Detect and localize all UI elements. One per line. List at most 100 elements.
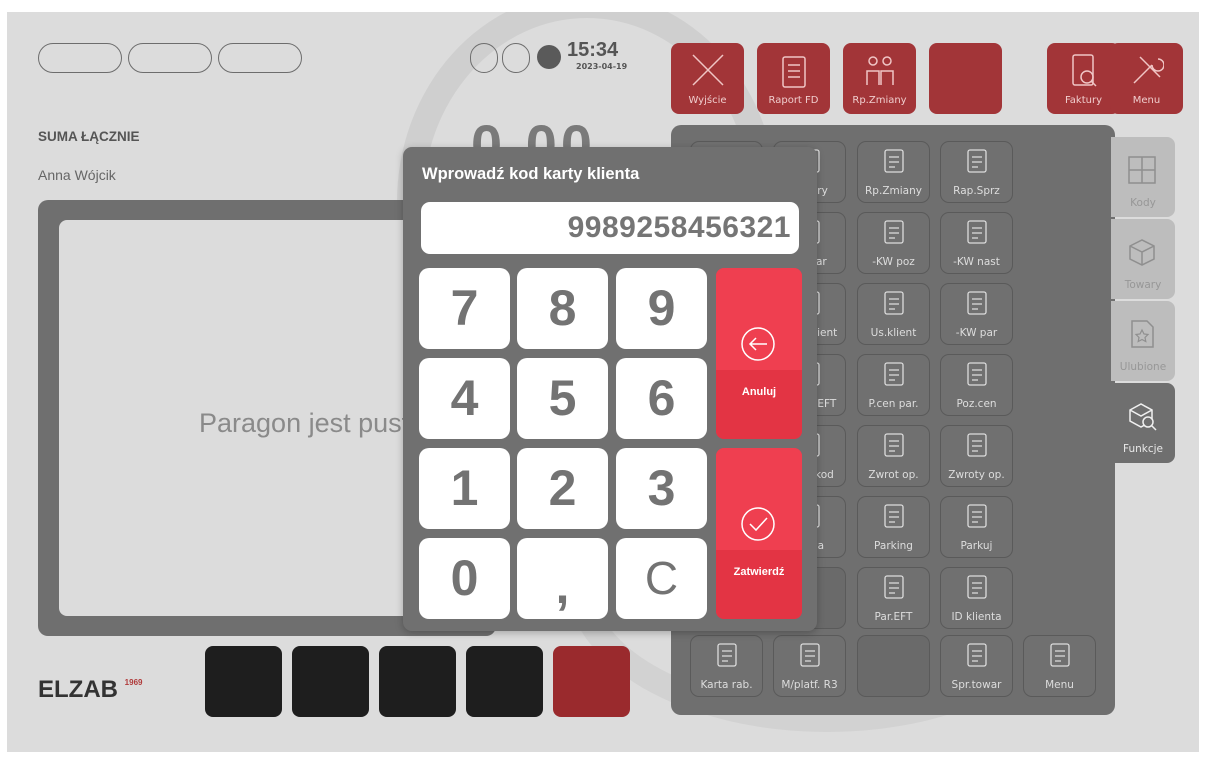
function-icon xyxy=(884,433,904,457)
function-button[interactable]: Zwrot op. xyxy=(857,425,930,487)
menu-button[interactable]: Menu xyxy=(1110,43,1183,114)
function-button[interactable]: Rap.Sprz xyxy=(940,141,1013,203)
payment-button-3[interactable] xyxy=(379,646,456,717)
key-1[interactable]: 1 xyxy=(419,448,510,529)
logo-text: ELZAB xyxy=(38,676,118,703)
close-icon xyxy=(692,54,724,86)
cancel-label: Anuluj xyxy=(741,386,777,398)
function-label: P.cen par. xyxy=(868,398,919,410)
function-button[interactable]: -KW nast xyxy=(940,212,1013,274)
function-button[interactable]: Zwroty op. xyxy=(940,425,1013,487)
function-button[interactable]: Menu xyxy=(1023,635,1096,697)
confirm-label: Zatwierdź xyxy=(733,566,785,578)
tools-icon xyxy=(1133,56,1164,84)
function-button[interactable]: M/platf. R3 xyxy=(773,635,846,697)
users-icon xyxy=(866,56,894,85)
function-button[interactable]: Karta rab. xyxy=(690,635,763,697)
function-icon xyxy=(967,149,987,173)
key-4[interactable]: 4 xyxy=(419,358,510,439)
key-0[interactable]: 0 xyxy=(419,538,510,619)
function-icon xyxy=(967,643,987,667)
function-label: -KW par xyxy=(955,327,998,339)
elzab-logo: ELZAB 1969 xyxy=(38,676,142,704)
function-button[interactable]: P.cen par. xyxy=(857,354,930,416)
payment-button-5[interactable] xyxy=(553,646,630,717)
function-icon xyxy=(884,149,904,173)
report-fd-button[interactable]: Raport FD xyxy=(757,43,830,114)
check-circle-icon xyxy=(741,507,775,541)
confirm-button[interactable]: Zatwierdź xyxy=(716,448,802,619)
function-empty[interactable] xyxy=(857,635,930,697)
function-button[interactable]: Poz.cen xyxy=(940,354,1013,416)
function-label: Parking xyxy=(874,540,913,552)
key-9[interactable]: 9 xyxy=(616,268,707,349)
shift-report-button[interactable]: Rp.Zmiany xyxy=(843,43,916,114)
tab-favorites[interactable]: Ulubione xyxy=(1111,301,1175,381)
key-7[interactable]: 7 xyxy=(419,268,510,349)
function-label: -KW poz xyxy=(872,256,915,268)
function-label: Rp.Zmiany xyxy=(865,185,922,197)
function-label: Par.EFT xyxy=(874,611,913,623)
pos-screen: 15:34 2023-04-19 Wyjście Raport FD Rp.Zm… xyxy=(7,12,1199,752)
report-label: Raport FD xyxy=(768,95,819,106)
clock-date: 2023-04-19 xyxy=(576,62,628,71)
function-button[interactable]: Spr.towar xyxy=(940,635,1013,697)
key-clear[interactable]: C xyxy=(616,538,707,619)
key-2[interactable]: 2 xyxy=(517,448,608,529)
tab-codes[interactable]: Kody xyxy=(1111,137,1175,217)
function-icon xyxy=(884,362,904,386)
clock-time: 15:34 xyxy=(567,39,619,61)
key-8[interactable]: 8 xyxy=(517,268,608,349)
receipt-empty-message: Paragon jest pusty xyxy=(199,408,423,438)
cancel-button[interactable]: Anuluj xyxy=(716,268,802,439)
function-button[interactable]: Parking xyxy=(857,496,930,558)
function-icon xyxy=(967,220,987,244)
function-icon xyxy=(884,220,904,244)
function-button[interactable]: Us.klient xyxy=(857,283,930,345)
key-6[interactable]: 6 xyxy=(616,358,707,439)
tab-functions[interactable]: Funkcje xyxy=(1111,383,1175,463)
status-pill-2 xyxy=(128,43,212,73)
calculator-icon xyxy=(1128,156,1156,184)
function-icon xyxy=(884,291,904,315)
menu-label: Menu xyxy=(1132,95,1161,106)
function-label: -KW nast xyxy=(953,256,1000,268)
tab-functions-label: Funkcje xyxy=(1122,443,1163,455)
empty-toolbar-button[interactable] xyxy=(929,43,1002,114)
arrow-left-circle-icon xyxy=(741,327,775,361)
network-icon xyxy=(537,45,561,69)
exit-button[interactable]: Wyjście xyxy=(671,43,744,114)
function-button[interactable]: Par.EFT xyxy=(857,567,930,629)
function-button[interactable]: ID klienta xyxy=(940,567,1013,629)
function-label: Parkuj xyxy=(960,540,993,552)
function-icon xyxy=(884,504,904,528)
function-button[interactable]: Rp.Zmiany xyxy=(857,141,930,203)
function-button[interactable]: Parkuj xyxy=(940,496,1013,558)
key-comma[interactable]: , xyxy=(517,538,608,619)
box-icon xyxy=(1129,239,1155,266)
function-icon xyxy=(800,643,820,667)
function-label: Zwrot op. xyxy=(868,469,919,481)
tab-goods[interactable]: Towary xyxy=(1111,219,1175,299)
function-icon xyxy=(717,643,737,667)
payment-button-4[interactable] xyxy=(466,646,543,717)
payment-button-2[interactable] xyxy=(292,646,369,717)
status-pill-3 xyxy=(218,43,302,73)
function-button[interactable]: -KW par xyxy=(940,283,1013,345)
tab-codes-label: Kody xyxy=(1130,197,1156,209)
function-label: M/platf. R3 xyxy=(781,679,838,691)
cancel-button-bottom xyxy=(716,370,802,439)
function-label: Spr.towar xyxy=(951,679,1002,691)
payment-button-1[interactable] xyxy=(205,646,282,717)
key-5[interactable]: 5 xyxy=(517,358,608,439)
star-document-icon xyxy=(1131,320,1154,348)
card-code-input[interactable]: 9989258456321 xyxy=(421,202,799,254)
function-icon xyxy=(967,504,987,528)
function-label: Menu xyxy=(1045,679,1074,691)
key-3[interactable]: 3 xyxy=(616,448,707,529)
function-label: Poz.cen xyxy=(956,398,997,410)
box-search-icon xyxy=(1129,403,1157,431)
function-button[interactable]: -KW poz xyxy=(857,212,930,274)
customer-card-dialog: Wprowadź kod karty klienta 9989258456321… xyxy=(403,147,817,631)
invoice-search-icon xyxy=(1072,54,1097,87)
